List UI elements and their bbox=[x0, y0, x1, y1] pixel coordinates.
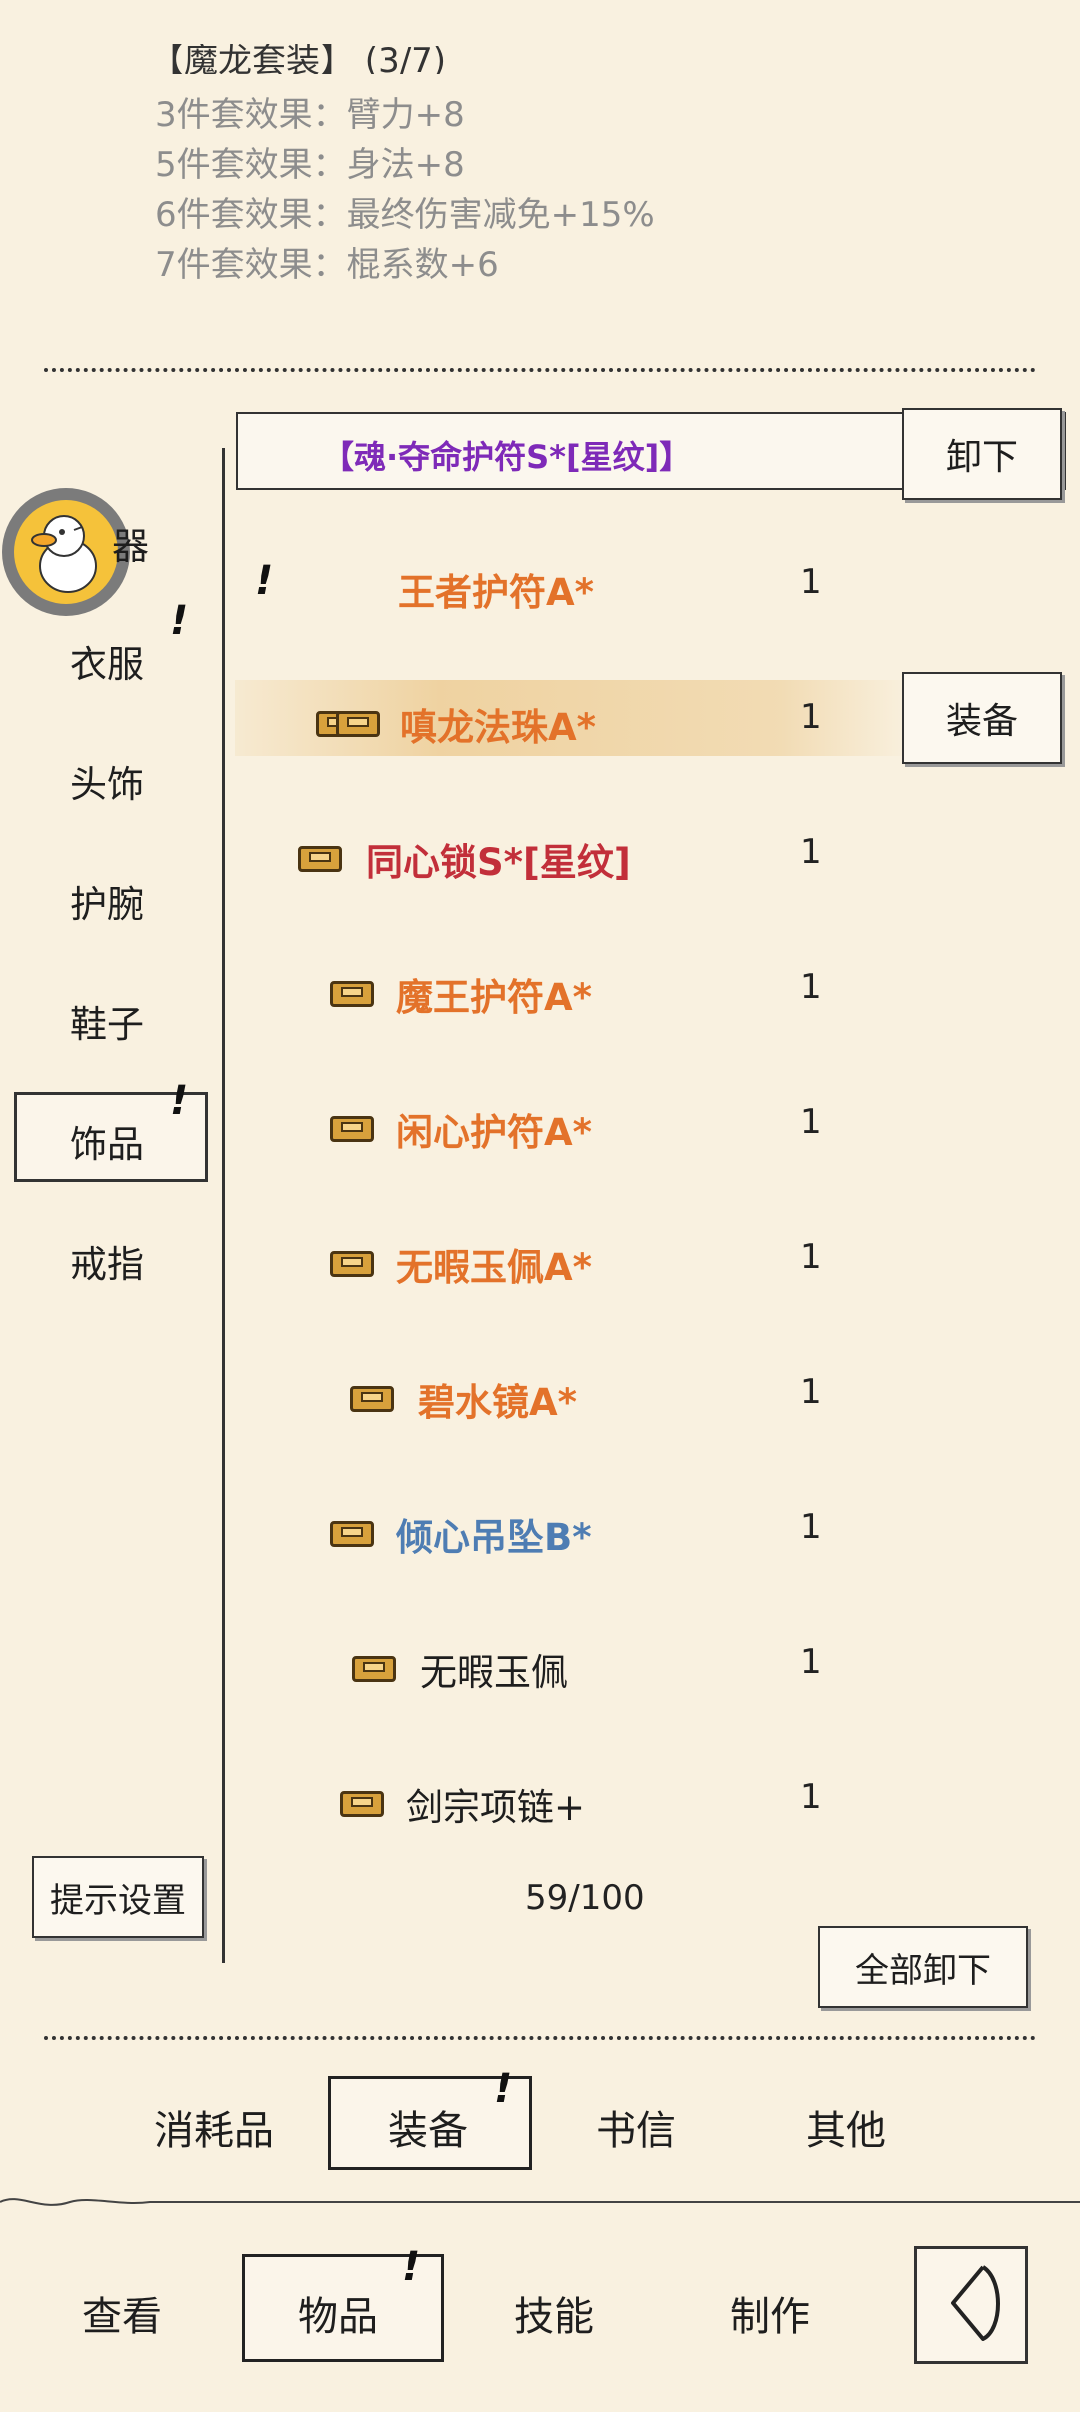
list-item[interactable]: 剑宗项链+ 1 bbox=[240, 1755, 1040, 1855]
unequip-button[interactable]: 卸下 bbox=[902, 408, 1062, 500]
section-separator bbox=[0, 2198, 1080, 2206]
list-item[interactable]: 倾心吊坠B* 1 bbox=[240, 1485, 1040, 1585]
chest-icon bbox=[330, 1521, 374, 1547]
item-name: 碧水镜A* bbox=[418, 1381, 577, 1424]
list-item[interactable]: 同心锁S*[星纹] 1 bbox=[240, 810, 1040, 910]
chest-icon bbox=[350, 1386, 394, 1412]
set-bonus-line: 7件套效果：棍系数+6 bbox=[155, 245, 499, 285]
equip-button[interactable]: 装备 bbox=[902, 672, 1062, 764]
nav-skills[interactable]: 技能 bbox=[514, 2284, 594, 2342]
chest-icon bbox=[298, 846, 342, 872]
chest-icon bbox=[330, 981, 374, 1007]
nav-view[interactable]: 查看 bbox=[82, 2284, 162, 2342]
item-name: 倾心吊坠B* bbox=[396, 1516, 592, 1559]
chest-icon bbox=[352, 1656, 396, 1682]
list-item[interactable]: 无暇玉佩A* 1 bbox=[240, 1215, 1040, 1315]
item-count: 1 bbox=[800, 1642, 822, 1682]
chest-icon bbox=[330, 1116, 374, 1142]
item-name: 王者护符A* bbox=[398, 571, 594, 614]
item-name: 魔王护符A* bbox=[396, 976, 592, 1019]
tab-consumables[interactable]: 消耗品 bbox=[154, 2098, 274, 2156]
back-arrow-icon bbox=[951, 2265, 1000, 2341]
back-button[interactable] bbox=[914, 2246, 1028, 2364]
list-item[interactable]: 王者护符A* 1 bbox=[240, 540, 1040, 640]
set-bonus-line: 6件套效果：最终伤害减免+15% bbox=[155, 195, 655, 235]
item-count: 1 bbox=[800, 832, 822, 872]
item-name: 同心锁S*[星纹] bbox=[366, 841, 631, 884]
item-count: 1 bbox=[800, 967, 822, 1007]
item-name: 嗔龙法珠A* bbox=[400, 706, 596, 749]
category-shoes[interactable]: 鞋子 bbox=[70, 994, 144, 1048]
tab-letters[interactable]: 书信 bbox=[596, 2098, 676, 2156]
category-weapon[interactable]: 器 bbox=[112, 516, 149, 570]
item-count: 1 bbox=[800, 1372, 822, 1412]
duck-icon bbox=[31, 515, 97, 593]
chest-icon bbox=[340, 1791, 384, 1817]
hint-settings-button[interactable]: 提示设置 bbox=[32, 1856, 204, 1938]
list-item[interactable]: 碧水镜A* 1 bbox=[240, 1350, 1040, 1450]
alert-mark: ! bbox=[494, 2066, 513, 2112]
category-accessories[interactable]: 饰品 bbox=[70, 1114, 144, 1168]
item-count: 1 bbox=[800, 1777, 822, 1817]
list-item[interactable]: 无暇玉佩 1 bbox=[240, 1620, 1040, 1720]
tab-equipment[interactable]: 装备 bbox=[388, 2098, 468, 2156]
item-count: 1 bbox=[800, 1237, 822, 1277]
list-item[interactable]: 魔王护符A* 1 bbox=[240, 945, 1040, 1045]
unequip-all-button[interactable]: 全部卸下 bbox=[818, 1926, 1028, 2008]
nav-items[interactable]: 物品 bbox=[298, 2284, 378, 2342]
alert-mark: ! bbox=[402, 2244, 421, 2290]
category-divider bbox=[222, 448, 225, 1963]
divider bbox=[44, 368, 1036, 372]
item-name: 无暇玉佩A* bbox=[396, 1246, 592, 1289]
nav-craft[interactable]: 制作 bbox=[730, 2284, 810, 2342]
item-count: 1 bbox=[800, 562, 822, 602]
set-bonus-line: 3件套效果：臂力+8 bbox=[155, 95, 465, 135]
list-item[interactable]: 闲心护符A* 1 bbox=[240, 1080, 1040, 1180]
capacity-counter: 59/100 bbox=[525, 1878, 645, 1918]
item-name: 闲心护符A* bbox=[396, 1111, 592, 1154]
alert-mark: ! bbox=[170, 1078, 189, 1124]
set-bonus-line: 5件套效果：身法+8 bbox=[155, 145, 465, 185]
category-rings[interactable]: 戒指 bbox=[70, 1234, 144, 1288]
equipped-item-name[interactable]: 【魂·夺命护符S*[星纹]】 bbox=[322, 432, 691, 478]
chest-icon bbox=[336, 711, 380, 737]
tab-other[interactable]: 其他 bbox=[806, 2098, 886, 2156]
category-clothes[interactable]: 衣服 bbox=[70, 634, 144, 688]
item-count: 1 bbox=[800, 697, 822, 737]
divider bbox=[44, 2036, 1036, 2040]
item-count: 1 bbox=[800, 1507, 822, 1547]
item-count: 1 bbox=[800, 1102, 822, 1142]
item-name: 无暇玉佩 bbox=[420, 1651, 568, 1694]
item-name: 剑宗项链+ bbox=[406, 1786, 586, 1829]
category-bracers[interactable]: 护腕 bbox=[70, 874, 144, 928]
set-bonus-header: 【魔龙套装】 (3/7) bbox=[150, 44, 447, 74]
chest-icon bbox=[330, 1251, 374, 1277]
category-headwear[interactable]: 头饰 bbox=[70, 754, 144, 808]
avatar[interactable] bbox=[2, 488, 130, 616]
alert-mark: ! bbox=[170, 598, 189, 644]
